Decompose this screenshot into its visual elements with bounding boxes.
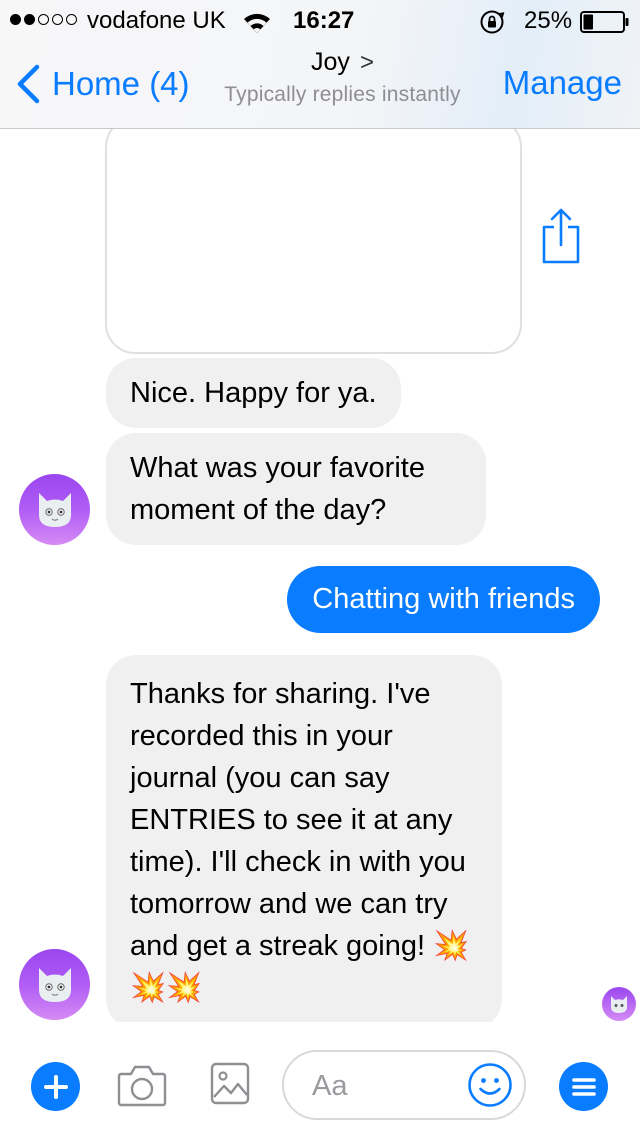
image-attachment[interactable] — [105, 129, 522, 354]
status-bar: vodafone UK 16:27 25% — [0, 0, 640, 42]
menu-button[interactable] — [559, 1062, 608, 1111]
message-input[interactable] — [312, 1064, 472, 1108]
chevron-left-icon — [17, 64, 40, 104]
contact-name: Joy — [311, 48, 350, 76]
signal-strength-icon — [10, 14, 77, 25]
more-actions-button[interactable] — [31, 1062, 80, 1111]
plus-icon — [43, 1074, 68, 1099]
page-title: Joy > — [200, 48, 485, 77]
rotation-lock-icon — [480, 10, 505, 34]
back-button[interactable]: Home (4) — [16, 62, 190, 106]
manage-button[interactable]: Manage — [503, 64, 622, 102]
read-receipt-avatar — [602, 987, 636, 1021]
share-icon[interactable] — [538, 207, 584, 265]
signal-dot — [24, 14, 35, 25]
conversation-title[interactable]: Joy > Typically replies instantly — [200, 48, 485, 107]
battery-icon — [580, 11, 629, 33]
back-button-label: Home (4) — [52, 65, 190, 102]
avatar[interactable] — [19, 474, 90, 545]
carrier-name: vodafone UK — [87, 7, 226, 34]
smiley-icon[interactable] — [467, 1062, 513, 1108]
signal-dot — [38, 14, 49, 25]
signal-dot — [52, 14, 63, 25]
incoming-message[interactable]: Thanks for sharing. I've recorded this i… — [106, 655, 502, 1022]
camera-icon[interactable] — [117, 1062, 167, 1108]
response-time-subtitle: Typically replies instantly — [224, 83, 461, 106]
clock: 16:27 — [293, 7, 355, 34]
outgoing-message[interactable]: Chatting with friends — [287, 566, 600, 633]
message-list[interactable]: Nice. Happy for ya. What was your favori… — [0, 129, 640, 1022]
navigation-bar: Home (4) Joy > Typically replies instantl… — [0, 42, 640, 128]
signal-dot — [66, 14, 77, 25]
battery-percentage: 25% — [524, 7, 573, 34]
wifi-icon — [244, 13, 270, 33]
incoming-message[interactable]: What was your favorite moment of the day… — [106, 433, 486, 545]
cat-face-icon — [611, 995, 627, 1013]
gallery-icon[interactable] — [210, 1062, 250, 1105]
avatar[interactable] — [19, 949, 90, 1020]
incoming-message[interactable]: Nice. Happy for ya. — [106, 358, 401, 428]
menu-icon — [571, 1077, 596, 1096]
signal-dot — [10, 14, 21, 25]
top-bar: vodafone UK 16:27 25% Home (4) Joy > Typ… — [0, 0, 640, 129]
chevron-right-icon: > — [359, 49, 374, 76]
cat-face-icon — [38, 492, 71, 527]
message-input-container[interactable] — [282, 1050, 526, 1120]
cat-face-icon — [38, 967, 71, 1002]
composer-bar — [0, 1022, 640, 1136]
